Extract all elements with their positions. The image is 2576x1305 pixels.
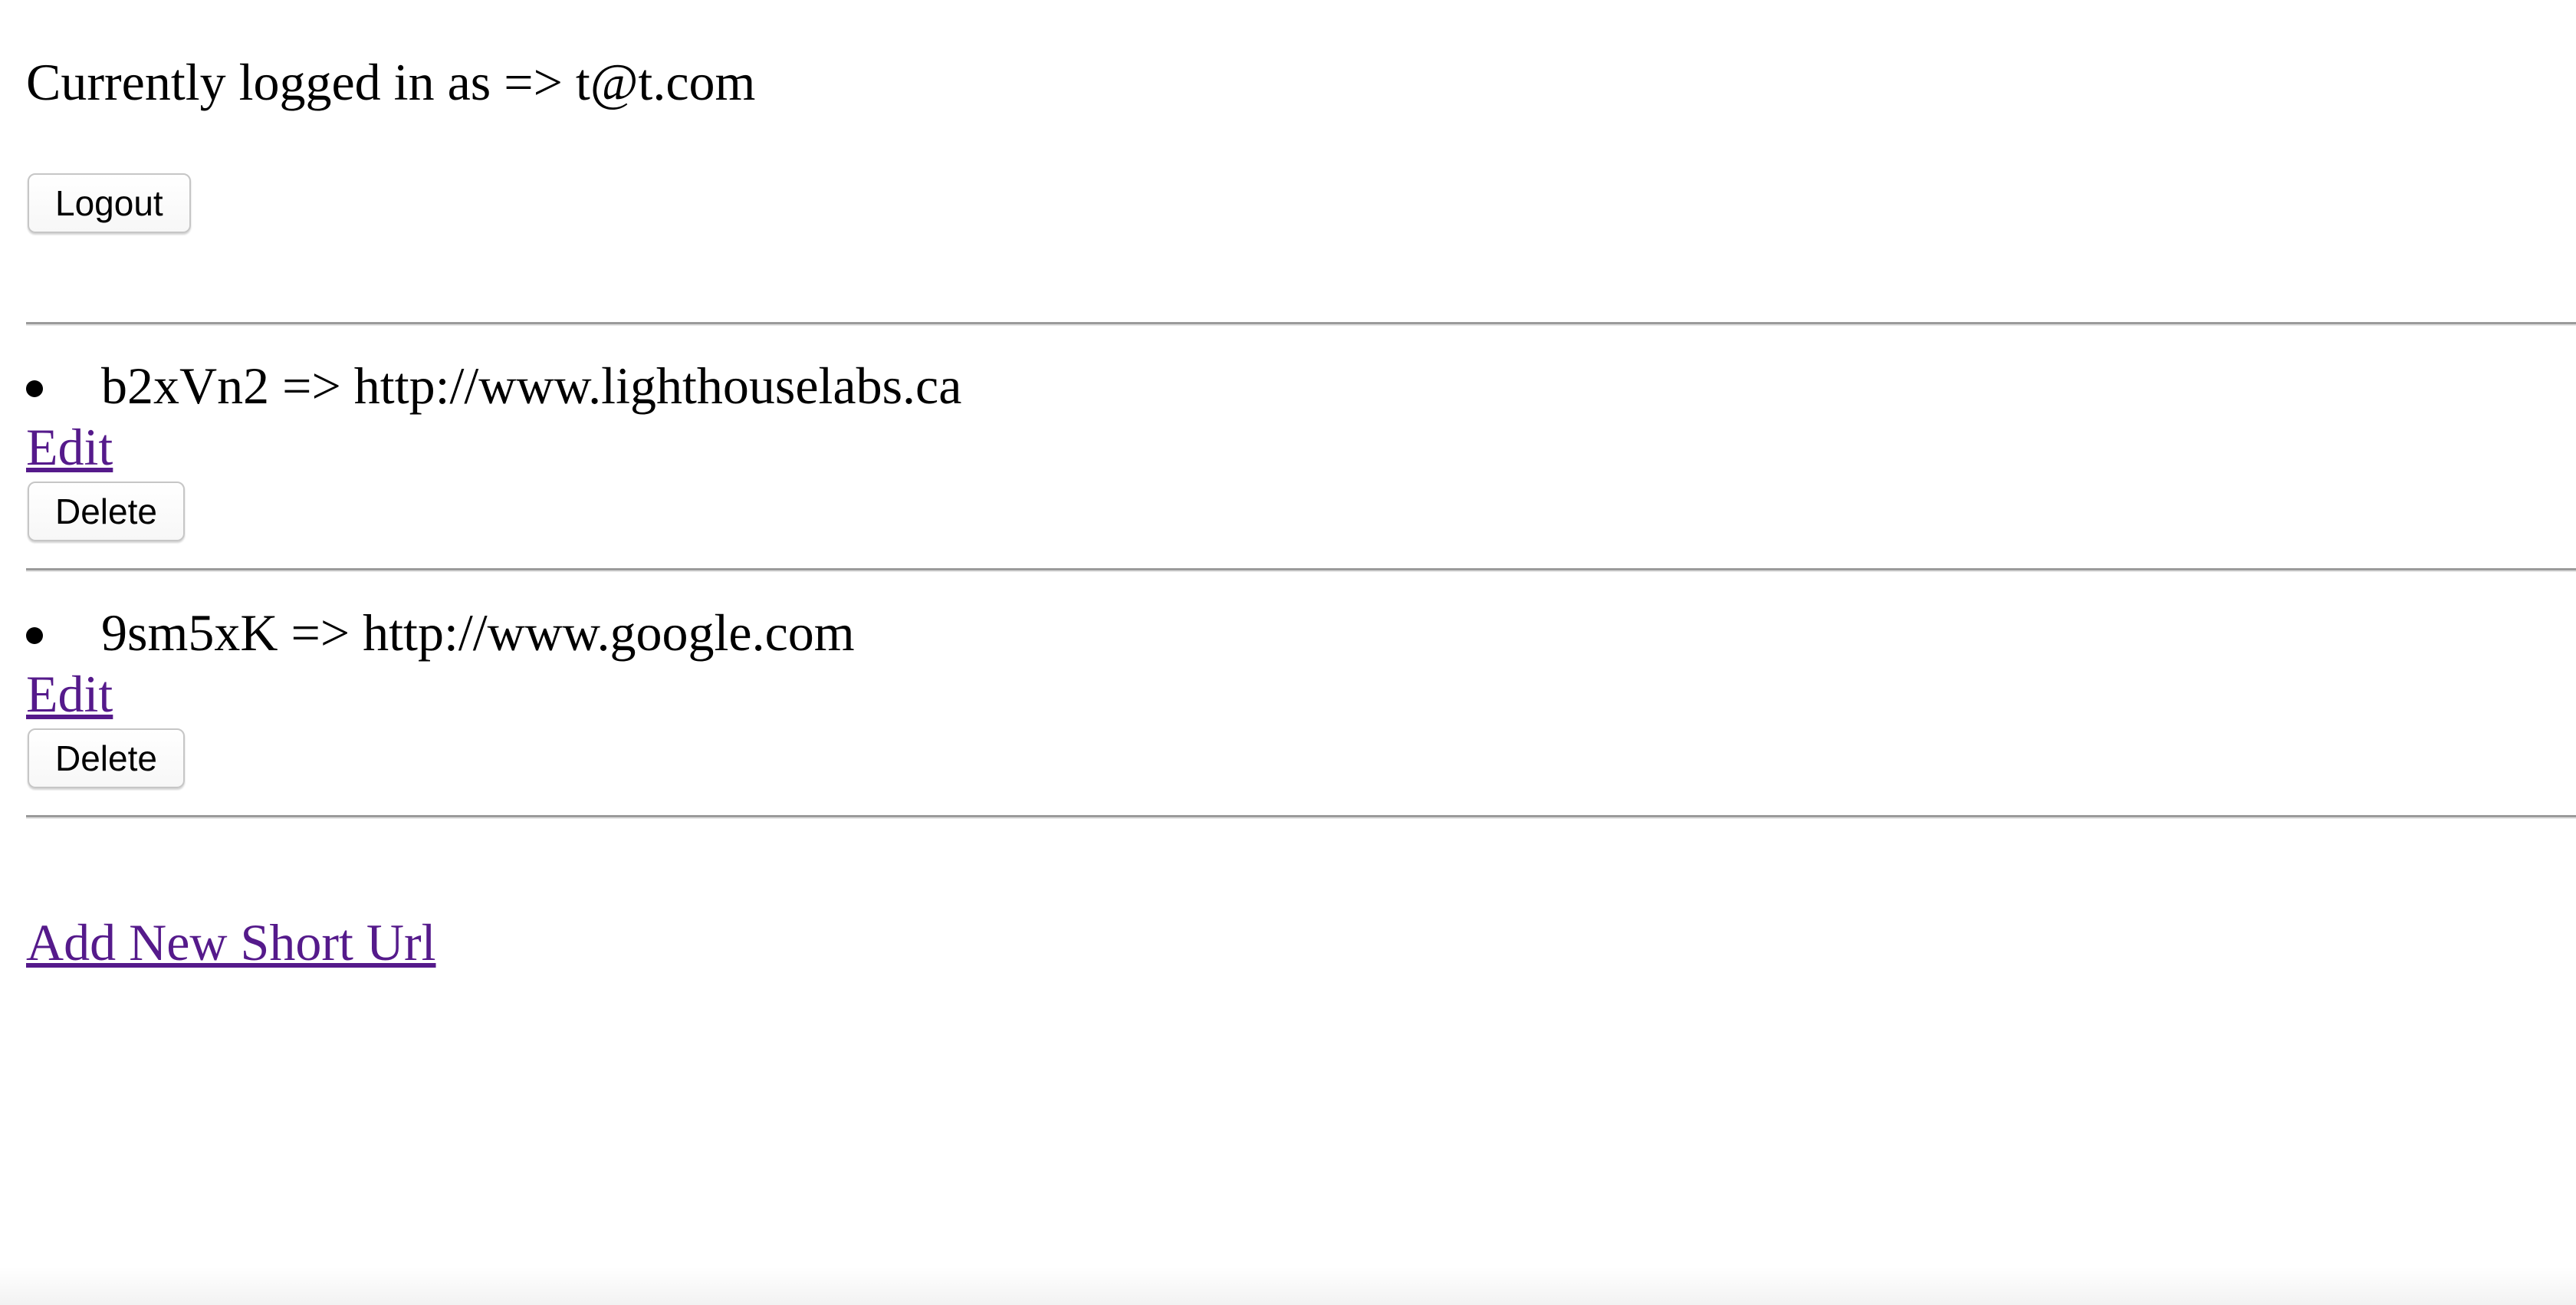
bullet-icon — [26, 627, 43, 644]
url-mapping-text: 9sm5xK => http://www.google.com — [101, 603, 855, 662]
edit-link[interactable]: Edit — [26, 413, 113, 482]
url-mapping-text: b2xVn2 => http://www.lighthouselabs.ca — [101, 357, 962, 415]
page: Currently logged in as => t@t.com Logout… — [0, 0, 2576, 1305]
divider — [26, 815, 2576, 819]
bullet-icon — [26, 380, 43, 397]
delete-button[interactable]: Delete — [28, 728, 185, 788]
divider — [26, 568, 2576, 572]
add-new-short-url-link[interactable]: Add New Short Url — [26, 908, 436, 977]
window-bottom-edge — [0, 1267, 2576, 1305]
login-status-text: Currently logged in as => t@t.com — [26, 53, 756, 111]
delete-button[interactable]: Delete — [28, 482, 185, 541]
logout-button[interactable]: Logout — [28, 173, 191, 233]
divider — [26, 322, 2576, 326]
edit-link[interactable]: Edit — [26, 659, 113, 728]
